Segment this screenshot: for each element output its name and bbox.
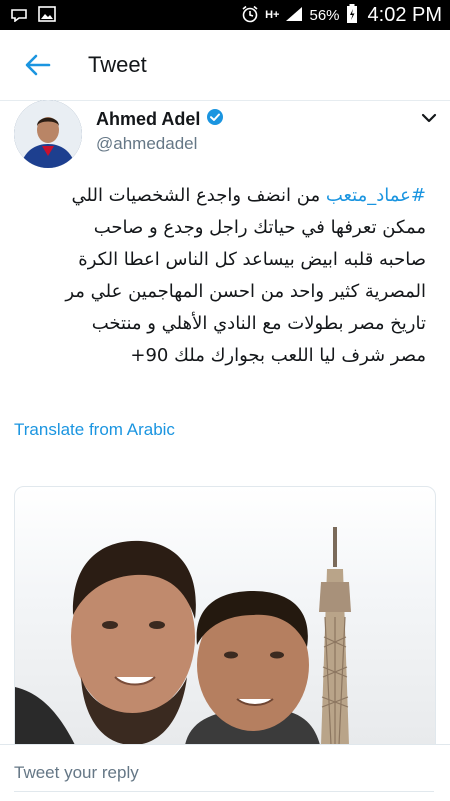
signal-strength-icon [285,6,303,25]
reply-bar: Tweet your reply [0,744,450,801]
avatar[interactable] [14,100,82,168]
selfie-image [15,527,351,745]
status-bar: H+ 56% 4:02 PM [0,0,450,30]
tweet-line-2: ممكن تعرفها في حياتك راجل وجدع و صاحب [93,217,426,238]
gallery-notification-icon [38,5,56,25]
author-handle[interactable]: @ahmedadel [96,134,197,154]
battery-percent: 56% [309,6,340,24]
tweet-line-text: من انضف واجدع الشخصيات اللي [71,185,321,206]
author-name[interactable]: Ahmed Adel [96,109,200,130]
verified-badge-icon [206,108,224,131]
tweet-photo[interactable] [14,486,436,746]
arrow-left-icon [25,54,51,76]
tweet-line-5: تاريخ مصر بطولات مع النادي الأهلي و منتخ… [91,313,426,334]
whatsapp-notification-icon [10,6,28,25]
tweet-menu-button[interactable] [419,108,439,128]
clock: 4:02 PM [367,3,442,26]
tweet-text: #عماد_متعب من انضف واجدع الشخصيات اللي م… [14,180,426,372]
translate-link[interactable]: Translate from Arabic [14,420,175,440]
alarm-icon [241,5,259,26]
reply-input[interactable]: Tweet your reply [14,755,434,792]
app-bar: Tweet [0,30,450,101]
hashtag-link[interactable]: #عماد_متعب [326,185,426,206]
chevron-down-icon [421,113,437,123]
tweet-line-6: مصر شرف ليا اللعب بجوارك ملك 90+ [130,345,426,366]
network-type-label: H+ [265,9,280,21]
page-title: Tweet [88,52,147,77]
tweet-header: Ahmed Adel @ahmedadel [14,100,439,170]
tweet-line-1: #عماد_متعب من انضف واجدع الشخصيات اللي [14,180,426,212]
back-button[interactable] [18,45,58,85]
battery-charging-icon [346,3,358,27]
tweet-line-3: صاحبه قلبه ابيض بيساعد كل الناس اعطا الك… [78,249,426,270]
tweet-line-4: المصرية كثير واحد من احسن المهاجمين علي … [65,281,426,302]
